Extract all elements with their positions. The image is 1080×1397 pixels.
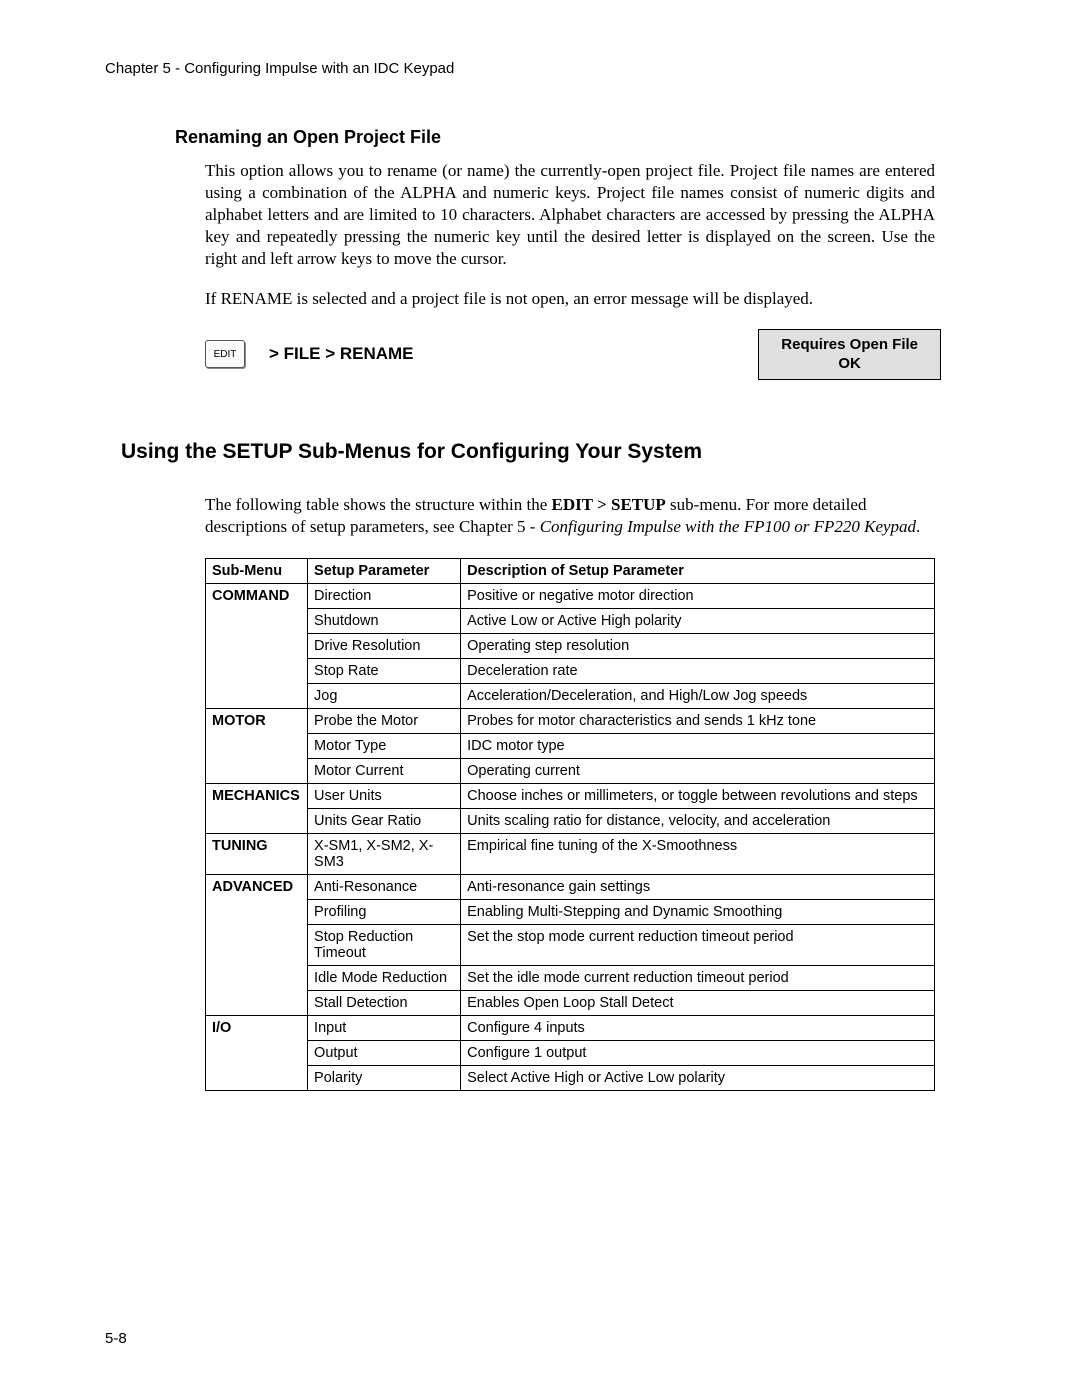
- table-row: Drive ResolutionOperating step resolutio…: [206, 633, 935, 658]
- submenu-cell-cont: [206, 608, 308, 633]
- intro-paragraph: The following table shows the structure …: [205, 494, 935, 538]
- submenu-cell: I/O: [206, 1015, 308, 1040]
- table-row: TUNINGX-SM1, X-SM2, X-SM3Empirical fine …: [206, 833, 935, 874]
- table-row: Idle Mode ReductionSet the idle mode cur…: [206, 965, 935, 990]
- param-cell: Motor Current: [308, 758, 461, 783]
- table-row: MECHANICSUser UnitsChoose inches or mill…: [206, 783, 935, 808]
- table-row: Stop Reduction TimeoutSet the stop mode …: [206, 924, 935, 965]
- desc-cell: Enabling Multi-Stepping and Dynamic Smoo…: [461, 899, 935, 924]
- desc-cell: IDC motor type: [461, 733, 935, 758]
- param-cell: Units Gear Ratio: [308, 808, 461, 833]
- requires-open-file-message: Requires Open File OK: [758, 329, 941, 380]
- submenu-cell-cont: [206, 965, 308, 990]
- table-row: I/OInputConfigure 4 inputs: [206, 1015, 935, 1040]
- submenu-cell-cont: [206, 683, 308, 708]
- submenu-cell: ADVANCED: [206, 874, 308, 899]
- paragraph-rename-desc: This option allows you to rename (or nam…: [205, 160, 935, 270]
- submenu-cell-cont: [206, 899, 308, 924]
- param-cell: Input: [308, 1015, 461, 1040]
- submenu-cell-cont: [206, 1040, 308, 1065]
- edit-key-icon: EDIT: [205, 340, 245, 368]
- setup-table: Sub-Menu Setup Parameter Description of …: [205, 558, 935, 1091]
- desc-cell: Units scaling ratio for distance, veloci…: [461, 808, 935, 833]
- param-cell: Motor Type: [308, 733, 461, 758]
- submenu-cell: MECHANICS: [206, 783, 308, 808]
- param-cell: Stop Reduction Timeout: [308, 924, 461, 965]
- submenu-cell: COMMAND: [206, 583, 308, 608]
- submenu-cell: MOTOR: [206, 708, 308, 733]
- msg-line-1: Requires Open File: [781, 335, 918, 355]
- desc-cell: Acceleration/Deceleration, and High/Low …: [461, 683, 935, 708]
- param-cell: User Units: [308, 783, 461, 808]
- param-cell: Probe the Motor: [308, 708, 461, 733]
- param-cell: Jog: [308, 683, 461, 708]
- table-row: Stop RateDeceleration rate: [206, 658, 935, 683]
- table-row: MOTORProbe the MotorProbes for motor cha…: [206, 708, 935, 733]
- param-cell: Shutdown: [308, 608, 461, 633]
- desc-cell: Active Low or Active High polarity: [461, 608, 935, 633]
- table-row: Units Gear RatioUnits scaling ratio for …: [206, 808, 935, 833]
- param-cell: Stall Detection: [308, 990, 461, 1015]
- param-cell: Stop Rate: [308, 658, 461, 683]
- desc-cell: Enables Open Loop Stall Detect: [461, 990, 935, 1015]
- breadcrumb-row: EDIT > FILE > RENAME Requires Open File …: [205, 329, 975, 380]
- desc-cell: Positive or negative motor direction: [461, 583, 935, 608]
- table-row: OutputConfigure 1 output: [206, 1040, 935, 1065]
- th-description: Description of Setup Parameter: [461, 558, 935, 583]
- table-row: JogAcceleration/Deceleration, and High/L…: [206, 683, 935, 708]
- table-row: ShutdownActive Low or Active High polari…: [206, 608, 935, 633]
- param-cell: X-SM1, X-SM2, X-SM3: [308, 833, 461, 874]
- table-row: Motor CurrentOperating current: [206, 758, 935, 783]
- submenu-cell-cont: [206, 990, 308, 1015]
- desc-cell: Empirical fine tuning of the X-Smoothnes…: [461, 833, 935, 874]
- breadcrumb-path: > FILE > RENAME: [269, 344, 414, 364]
- chapter-header: Chapter 5 - Configuring Impulse with an …: [105, 60, 975, 77]
- table-row: Stall DetectionEnables Open Loop Stall D…: [206, 990, 935, 1015]
- desc-cell: Operating current: [461, 758, 935, 783]
- msg-line-2: OK: [838, 354, 861, 374]
- param-cell: Drive Resolution: [308, 633, 461, 658]
- param-cell: Output: [308, 1040, 461, 1065]
- submenu-cell-cont: [206, 733, 308, 758]
- section-title-renaming: Renaming an Open Project File: [175, 127, 975, 148]
- submenu-cell-cont: [206, 924, 308, 965]
- submenu-cell-cont: [206, 633, 308, 658]
- param-cell: Direction: [308, 583, 461, 608]
- desc-cell: Probes for motor characteristics and sen…: [461, 708, 935, 733]
- desc-cell: Choose inches or millimeters, or toggle …: [461, 783, 935, 808]
- param-cell: Profiling: [308, 899, 461, 924]
- page-number: 5-8: [105, 1330, 127, 1347]
- table-row: ProfilingEnabling Multi-Stepping and Dyn…: [206, 899, 935, 924]
- intro-ital: Configuring Impulse with the FP100 or FP…: [540, 517, 916, 536]
- submenu-cell-cont: [206, 1065, 308, 1090]
- desc-cell: Operating step resolution: [461, 633, 935, 658]
- submenu-cell: TUNING: [206, 833, 308, 874]
- intro-post: .: [916, 517, 920, 536]
- main-title-setup: Using the SETUP Sub-Menus for Configurin…: [121, 440, 975, 464]
- desc-cell: Select Active High or Active Low polarit…: [461, 1065, 935, 1090]
- table-row: PolaritySelect Active High or Active Low…: [206, 1065, 935, 1090]
- table-row: Motor TypeIDC motor type: [206, 733, 935, 758]
- desc-cell: Set the stop mode current reduction time…: [461, 924, 935, 965]
- table-header-row: Sub-Menu Setup Parameter Description of …: [206, 558, 935, 583]
- desc-cell: Configure 4 inputs: [461, 1015, 935, 1040]
- desc-cell: Set the idle mode current reduction time…: [461, 965, 935, 990]
- submenu-cell-cont: [206, 758, 308, 783]
- th-parameter: Setup Parameter: [308, 558, 461, 583]
- param-cell: Idle Mode Reduction: [308, 965, 461, 990]
- submenu-cell-cont: [206, 658, 308, 683]
- param-cell: Polarity: [308, 1065, 461, 1090]
- param-cell: Anti-Resonance: [308, 874, 461, 899]
- desc-cell: Deceleration rate: [461, 658, 935, 683]
- intro-bold: EDIT > SETUP: [552, 495, 666, 514]
- th-submenu: Sub-Menu: [206, 558, 308, 583]
- table-row: ADVANCEDAnti-ResonanceAnti-resonance gai…: [206, 874, 935, 899]
- paragraph-rename-error: If RENAME is selected and a project file…: [205, 288, 935, 310]
- submenu-cell-cont: [206, 808, 308, 833]
- table-row: COMMANDDirectionPositive or negative mot…: [206, 583, 935, 608]
- desc-cell: Anti-resonance gain settings: [461, 874, 935, 899]
- desc-cell: Configure 1 output: [461, 1040, 935, 1065]
- intro-pre: The following table shows the structure …: [205, 495, 552, 514]
